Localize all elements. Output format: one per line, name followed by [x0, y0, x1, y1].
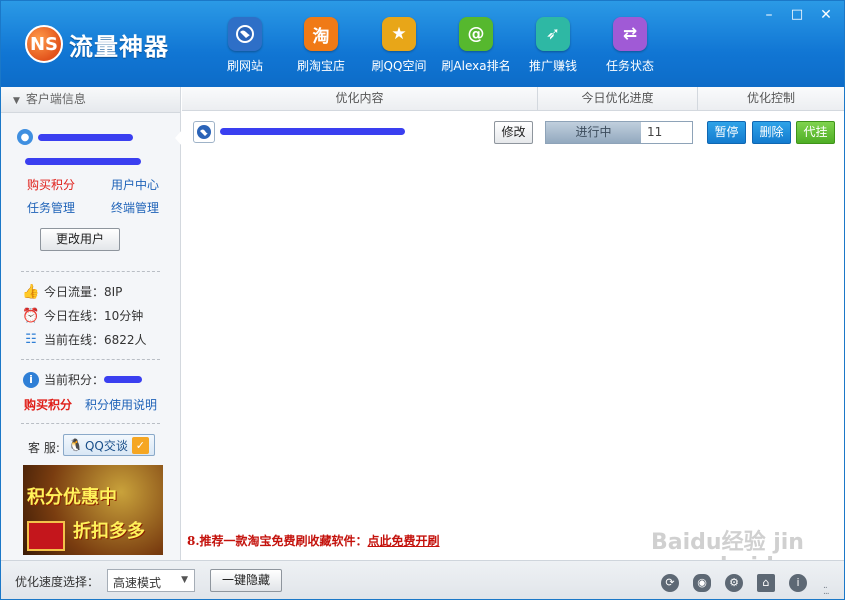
collapse-arrow-icon: ▼ — [13, 96, 20, 106]
rocket-icon: ➶ — [536, 17, 570, 51]
user-row: ● — [17, 129, 133, 145]
today-online: ⏰ 今日在线：10分钟 — [22, 307, 144, 324]
info-circle-icon[interactable]: i — [789, 574, 807, 592]
buy-points-link[interactable]: 购买积分 — [27, 176, 75, 193]
today-online-text: 今日在线：10分钟 — [44, 309, 144, 323]
website-task-icon — [193, 121, 215, 143]
divider — [21, 359, 160, 360]
table-header: 优化内容 今日优化进度 优化控制 — [182, 87, 844, 111]
delete-button[interactable]: 删除 — [752, 121, 791, 144]
toolbar-brush-website[interactable]: 刷网站 — [205, 17, 285, 74]
toolbar-label: 刷网站 — [226, 59, 263, 73]
toolbar-promote[interactable]: ➶ 推广赚钱 — [513, 17, 593, 74]
panel-header[interactable]: ▼ 客户端信息 — [1, 87, 180, 113]
redacted-task-url — [220, 128, 405, 135]
info-icon: i — [23, 371, 39, 388]
service-label: 客 服: — [28, 441, 60, 455]
chevron-down-icon: ▼ — [181, 575, 188, 585]
change-user-button[interactable]: 更改用户 — [40, 228, 120, 251]
current-points: i 当前积分： — [23, 371, 143, 388]
task-row: 修改 进行中 11 暂停 删除 代挂 — [182, 112, 844, 152]
toolbar-label: 刷QQ空间 — [371, 59, 427, 73]
user-icon: ● — [17, 129, 33, 145]
star-icon: ★ — [382, 17, 416, 51]
close-button[interactable]: ✕ — [815, 6, 837, 24]
proxy-hang-button[interactable]: 代挂 — [796, 121, 835, 144]
app-logo: NS 流量神器 — [25, 25, 169, 63]
maximize-button[interactable]: □ — [786, 6, 808, 24]
globe-icon — [228, 17, 262, 51]
user-center-link[interactable]: 用户中心 — [111, 176, 159, 193]
app-window: NS 流量神器 刷网站 淘 刷淘宝店 ★ 刷QQ空间 @ 刷Alexa排名 ➶ … — [0, 0, 845, 603]
promo-text: 8.推荐一款淘宝免费刷收藏软件： — [187, 534, 368, 548]
banner-line2: 折扣多多 — [73, 521, 145, 542]
minimize-button[interactable]: – — [758, 6, 780, 24]
panel-header-label: 客户端信息 — [25, 92, 86, 106]
one-key-hide-button[interactable]: 一键隐藏 — [210, 569, 282, 592]
column-control: 优化控制 — [746, 91, 795, 105]
alarm-icon: ⏰ — [22, 307, 40, 324]
redacted-account-info — [25, 158, 141, 165]
alexa-icon: @ — [459, 17, 493, 51]
toolbar-brush-alexa[interactable]: @ 刷Alexa排名 — [436, 17, 516, 74]
points-help-link[interactable]: 积分使用说明 — [85, 396, 157, 413]
divider — [21, 423, 160, 424]
column-progress: 今日优化进度 — [538, 87, 698, 110]
today-traffic-text: 今日流量：8IP — [44, 285, 123, 299]
speed-select[interactable]: 高速模式 ▼ — [107, 569, 195, 592]
today-traffic: 👍 今日流量：8IP — [22, 283, 123, 300]
redacted-username — [38, 133, 133, 141]
penguin-icon: 🐧 — [68, 438, 83, 452]
current-online: ☷ 当前在线：6822人 — [23, 331, 147, 348]
toolbar-label: 刷淘宝店 — [296, 59, 345, 73]
check-icon: ✓ — [131, 436, 149, 454]
buy-points-link-2[interactable]: 购买积分 — [24, 396, 72, 413]
settings-icon[interactable]: ⚙ — [725, 574, 743, 592]
progress-bar: 进行中 11 — [545, 121, 693, 144]
toolbar-label: 任务状态 — [605, 59, 654, 73]
status-bar: 优化速度选择： 高速模式 ▼ 一键隐藏 ⟳ ◉ ⚙ ⌂ i ..... — [1, 560, 844, 599]
home-icon[interactable]: ⌂ — [757, 574, 775, 592]
transfer-icon: ⇄ — [613, 17, 647, 51]
promo-banner[interactable]: 积分优惠中 折扣多多 — [23, 465, 163, 555]
toolbar-label: 刷Alexa排名 — [441, 59, 511, 73]
current-points-label: 当前积分： — [44, 373, 105, 387]
pause-button[interactable]: 暂停 — [707, 121, 746, 144]
promo-line: 8.推荐一款淘宝免费刷收藏软件：点此免费开刷 — [187, 532, 440, 549]
refresh-icon[interactable]: ⟳ — [661, 574, 679, 592]
toolbar-brush-qzone[interactable]: ★ 刷QQ空间 — [359, 17, 439, 74]
edit-button[interactable]: 修改 — [494, 121, 533, 144]
speed-label: 优化速度选择： — [15, 575, 100, 589]
progress-fill: 进行中 — [546, 122, 641, 143]
qq-chat-label: QQ交谈 — [84, 438, 128, 453]
users-online-icon: ☷ — [25, 332, 37, 347]
sidebar-pointer-icon — [175, 130, 182, 146]
redacted-points — [104, 376, 143, 383]
resize-grip-icon[interactable]: ..... — [823, 582, 835, 597]
progress-count: 11 — [647, 125, 663, 139]
taobao-icon: 淘 — [304, 17, 338, 51]
logo-mark-icon: NS — [25, 25, 63, 63]
thumb-icon: 👍 — [22, 283, 40, 300]
toolbar-task-status[interactable]: ⇄ 任务状态 — [590, 17, 670, 74]
gift-icon — [27, 521, 65, 551]
divider — [21, 271, 160, 272]
banner-line1: 积分优惠中 — [27, 487, 117, 508]
qq-chat-button[interactable]: 🐧 QQ交谈 ✓ — [63, 434, 155, 456]
terminal-manage-link[interactable]: 终端管理 — [111, 199, 159, 216]
speed-value: 高速模式 — [113, 576, 162, 590]
eye-icon[interactable]: ◉ — [693, 574, 711, 592]
toolbar-brush-taobao[interactable]: 淘 刷淘宝店 — [281, 17, 361, 74]
task-manage-link[interactable]: 任务管理 — [27, 199, 75, 216]
app-title: 流量神器 — [69, 32, 169, 61]
client-info-panel: ▼ 客户端信息 ● 购买积分 用户中心 任务管理 终端管理 更改用户 👍 今日流量… — [1, 87, 181, 560]
title-bar: NS 流量神器 刷网站 淘 刷淘宝店 ★ 刷QQ空间 @ 刷Alexa排名 ➶ … — [1, 1, 844, 87]
toolbar-label: 推广赚钱 — [528, 59, 577, 73]
column-content: 优化内容 — [182, 87, 538, 110]
current-online-text: 当前在线：6822人 — [44, 333, 147, 347]
promo-link[interactable]: 点此免费开刷 — [368, 534, 440, 548]
